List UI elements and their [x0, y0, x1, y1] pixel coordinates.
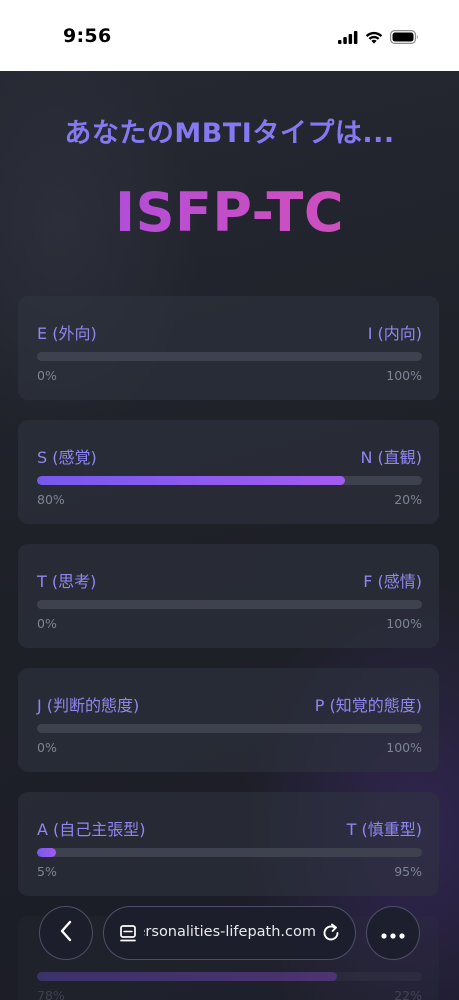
- result-heading: あなたのMBTIタイプは...: [64, 118, 395, 149]
- trait-left-label: A (自己主張型): [37, 820, 146, 839]
- screen: 9:56 あなたのMBTIタイプは... ISFP-TC E (外向) I (内…: [0, 0, 459, 1000]
- trait-card-at: A (自己主張型) T (慎重型) 5% 95%: [18, 792, 439, 896]
- trait-left-label: S (感覚): [37, 448, 97, 467]
- trait-right-label: P (知覚的態度): [314, 696, 422, 715]
- chevron-left-icon: [59, 920, 73, 946]
- trait-right-percent: 100%: [386, 740, 422, 755]
- back-button[interactable]: [39, 906, 93, 960]
- trait-right-percent: 100%: [386, 616, 422, 631]
- trait-left-percent: 0%: [37, 368, 57, 383]
- tabs-icon[interactable]: [119, 924, 139, 948]
- more-icon: [381, 924, 405, 943]
- trait-card-sn: S (感覚) N (直観) 80% 20%: [18, 420, 439, 524]
- address-bar[interactable]: personalities-lifepath.com: [103, 906, 356, 960]
- mbti-type-title: ISFP-TC: [0, 181, 459, 244]
- trait-bar-track: [37, 724, 422, 733]
- trait-right-percent: 100%: [386, 368, 422, 383]
- trait-left-percent: 80%: [37, 492, 65, 507]
- trait-bar-track: [37, 600, 422, 609]
- trait-left-percent: 78%: [37, 988, 65, 1000]
- trait-left-label: J (判断的態度): [37, 696, 140, 715]
- trait-left-percent: 5%: [37, 864, 57, 879]
- status-bar: 9:56: [0, 0, 459, 71]
- trait-bar-track: [37, 476, 422, 485]
- trait-right-label: F (感情): [363, 572, 422, 591]
- more-button[interactable]: [366, 906, 420, 960]
- trait-right-label: T (慎重型): [346, 820, 422, 839]
- trait-bar-fill: [37, 972, 338, 981]
- wifi-icon: [365, 29, 383, 48]
- trait-left-label: E (外向): [37, 324, 97, 343]
- trait-right-label: N (直観): [360, 448, 422, 467]
- trait-card-ei: E (外向) I (内向) 0% 100%: [18, 296, 439, 400]
- url-text[interactable]: personalities-lifepath.com: [144, 924, 316, 940]
- trait-right-percent: 20%: [394, 492, 422, 507]
- trait-bar-fill: [37, 848, 57, 857]
- trait-card-jp: J (判断的態度) P (知覚的態度) 0% 100%: [18, 668, 439, 772]
- web-content: あなたのMBTIタイプは... ISFP-TC E (外向) I (内向) 0%…: [0, 71, 459, 1000]
- trait-left-label: T (思考): [37, 572, 97, 591]
- battery-icon: [390, 29, 419, 48]
- signal-icon: [338, 29, 358, 48]
- status-icons: [338, 29, 419, 48]
- trait-right-percent: 22%: [394, 988, 422, 1000]
- trait-right-percent: 95%: [394, 864, 422, 879]
- trait-card-tf: T (思考) F (感情) 0% 100%: [18, 544, 439, 648]
- status-time: 9:56: [63, 25, 112, 47]
- trait-bar-track: [37, 972, 422, 981]
- trait-left-percent: 0%: [37, 616, 57, 631]
- trait-right-label: I (内向): [367, 324, 422, 343]
- trait-bar-track: [37, 848, 422, 857]
- reload-icon[interactable]: [320, 922, 342, 948]
- trait-bar-fill: [37, 476, 345, 485]
- trait-left-percent: 0%: [37, 740, 57, 755]
- trait-bar-track: [37, 352, 422, 361]
